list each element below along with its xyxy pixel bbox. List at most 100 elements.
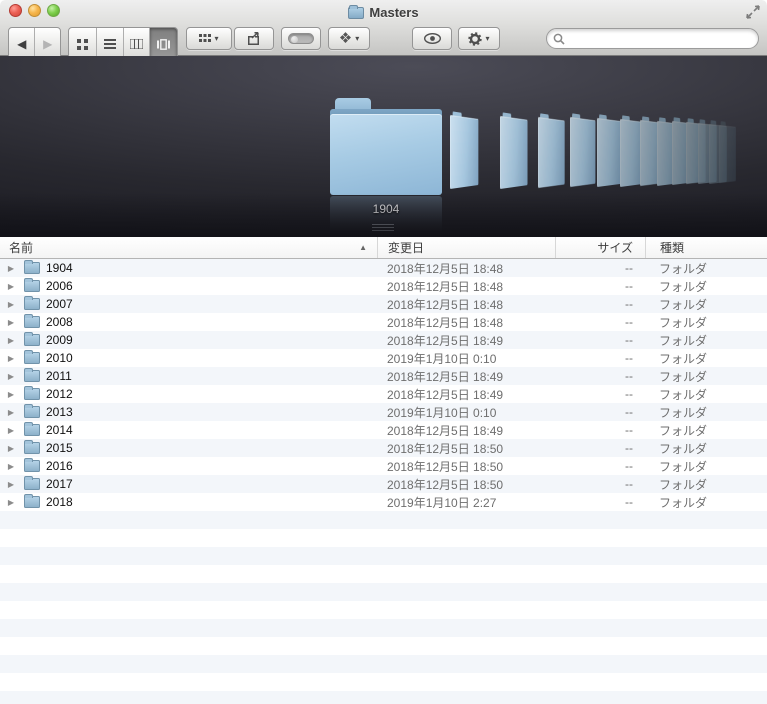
disclosure-triangle-icon[interactable]: ▶ bbox=[4, 354, 18, 363]
file-name: 2013 bbox=[46, 405, 73, 419]
icon-view-icon bbox=[76, 38, 88, 50]
dropbox-icon: ❖ bbox=[338, 30, 353, 47]
file-name: 2011 bbox=[46, 369, 72, 383]
folder-icon bbox=[24, 296, 40, 310]
file-kind: フォルダ bbox=[659, 351, 708, 366]
column-label: サイズ bbox=[597, 241, 633, 255]
table-row[interactable]: ▶ 2006 2018年12月5日 18:48 -- フォルダ bbox=[0, 277, 767, 295]
folder-icon bbox=[24, 440, 40, 454]
date-modified: 2018年12月5日 18:50 bbox=[387, 477, 504, 492]
column-view-icon bbox=[129, 39, 143, 49]
table-row[interactable]: ▶ 2013 2019年1月10日 0:10 -- フォルダ bbox=[0, 403, 767, 421]
arrange-button[interactable]: ▾ bbox=[186, 27, 232, 50]
table-row[interactable]: ▶ 2008 2018年12月5日 18:48 -- フォルダ bbox=[0, 313, 767, 331]
coverflow-view[interactable]: 1904 bbox=[0, 56, 767, 237]
file-kind: フォルダ bbox=[659, 369, 708, 384]
search-field[interactable] bbox=[546, 28, 759, 49]
file-name: 2016 bbox=[46, 459, 73, 473]
table-row[interactable]: ▶ 2012 2018年12月5日 18:49 -- フォルダ bbox=[0, 385, 767, 403]
list-view-icon bbox=[103, 39, 116, 49]
disclosure-triangle-icon[interactable]: ▶ bbox=[4, 372, 18, 381]
folder-icon bbox=[24, 386, 40, 400]
coverflow-folder[interactable] bbox=[570, 117, 596, 188]
coverflow-view-icon bbox=[157, 38, 171, 50]
file-name: 2014 bbox=[46, 423, 73, 437]
folder-icon bbox=[24, 260, 40, 274]
dropbox-button[interactable]: ❖ ▾ bbox=[328, 27, 370, 50]
empty-row bbox=[0, 583, 767, 601]
table-row[interactable]: ▶ 2011 2018年12月5日 18:49 -- フォルダ bbox=[0, 367, 767, 385]
disclosure-triangle-icon[interactable]: ▶ bbox=[4, 444, 18, 453]
coverflow-folder[interactable] bbox=[538, 116, 565, 188]
file-kind: フォルダ bbox=[659, 441, 708, 456]
disclosure-triangle-icon[interactable]: ▶ bbox=[4, 480, 18, 489]
table-row[interactable]: ▶ 2016 2018年12月5日 18:50 -- フォルダ bbox=[0, 457, 767, 475]
chevron-down-icon: ▾ bbox=[355, 34, 360, 43]
column-header-size[interactable]: サイズ bbox=[555, 237, 645, 258]
disclosure-triangle-icon[interactable]: ▶ bbox=[4, 318, 18, 327]
column-header-date[interactable]: 変更日 bbox=[377, 237, 555, 258]
folder-icon bbox=[24, 494, 40, 508]
date-modified: 2018年12月5日 18:49 bbox=[387, 369, 504, 384]
disclosure-triangle-icon[interactable]: ▶ bbox=[4, 390, 18, 399]
action-button[interactable]: ▾ bbox=[458, 27, 500, 50]
date-modified: 2018年12月5日 18:49 bbox=[387, 333, 504, 348]
date-modified: 2018年12月5日 18:49 bbox=[387, 423, 504, 438]
fullscreen-icon[interactable] bbox=[745, 4, 761, 20]
table-row[interactable]: ▶ 2009 2018年12月5日 18:49 -- フォルダ bbox=[0, 331, 767, 349]
file-name: 2007 bbox=[46, 297, 73, 311]
disclosure-triangle-icon[interactable]: ▶ bbox=[4, 264, 18, 273]
file-name: 2006 bbox=[46, 279, 73, 293]
file-list: ▶ 1904 2018年12月5日 18:48 -- フォルダ ▶ 2006 2018年12月… bbox=[0, 259, 767, 704]
toggle-button[interactable] bbox=[281, 27, 321, 50]
table-row[interactable]: ▶ 2018 2019年1月10日 2:27 -- フォルダ bbox=[0, 493, 767, 511]
file-size: -- bbox=[625, 477, 633, 491]
file-kind: フォルダ bbox=[659, 423, 708, 438]
toolbar: ◀ ▶ ▾ ❖ ▾ ▾ bbox=[0, 22, 767, 61]
empty-row bbox=[0, 691, 767, 704]
share-button[interactable] bbox=[234, 27, 274, 50]
folder-icon bbox=[24, 422, 40, 436]
disclosure-triangle-icon[interactable]: ▶ bbox=[4, 408, 18, 417]
table-row[interactable]: ▶ 2010 2019年1月10日 0:10 -- フォルダ bbox=[0, 349, 767, 367]
chevron-down-icon: ▾ bbox=[485, 34, 490, 43]
file-kind: フォルダ bbox=[659, 279, 708, 294]
coverflow-selected-folder[interactable] bbox=[330, 98, 442, 195]
disclosure-triangle-icon[interactable]: ▶ bbox=[4, 498, 18, 507]
file-kind: フォルダ bbox=[659, 459, 708, 474]
coverflow-resize-handle[interactable] bbox=[372, 224, 394, 231]
table-row[interactable]: ▶ 1904 2018年12月5日 18:48 -- フォルダ bbox=[0, 259, 767, 277]
file-size: -- bbox=[625, 279, 633, 293]
coverflow-folder[interactable] bbox=[597, 118, 622, 187]
empty-row bbox=[0, 529, 767, 547]
search-icon bbox=[553, 33, 565, 45]
title-bar[interactable]: Masters bbox=[0, 0, 767, 22]
column-label: 変更日 bbox=[388, 241, 425, 255]
table-row[interactable]: ▶ 2015 2018年12月5日 18:50 -- フォルダ bbox=[0, 439, 767, 457]
coverflow-folder[interactable] bbox=[500, 115, 528, 189]
disclosure-triangle-icon[interactable]: ▶ bbox=[4, 462, 18, 471]
disclosure-triangle-icon[interactable]: ▶ bbox=[4, 282, 18, 291]
empty-row bbox=[0, 565, 767, 583]
share-icon bbox=[248, 32, 259, 45]
table-row[interactable]: ▶ 2007 2018年12月5日 18:48 -- フォルダ bbox=[0, 295, 767, 313]
file-size: -- bbox=[625, 261, 633, 275]
file-kind: フォルダ bbox=[659, 261, 708, 276]
disclosure-triangle-icon[interactable]: ▶ bbox=[4, 336, 18, 345]
search-input[interactable] bbox=[569, 30, 758, 47]
quicklook-button[interactable] bbox=[412, 27, 452, 50]
folder-icon bbox=[330, 114, 442, 195]
folder-icon bbox=[24, 314, 40, 328]
coverflow-folder[interactable] bbox=[719, 124, 736, 183]
file-name: 2008 bbox=[46, 315, 73, 329]
disclosure-triangle-icon[interactable]: ▶ bbox=[4, 300, 18, 309]
window-title: Masters bbox=[369, 4, 419, 20]
column-header-kind[interactable]: 種類 bbox=[645, 237, 767, 258]
disclosure-triangle-icon[interactable]: ▶ bbox=[4, 426, 18, 435]
date-modified: 2019年1月10日 0:10 bbox=[387, 405, 497, 420]
date-modified: 2018年12月5日 18:49 bbox=[387, 387, 504, 402]
coverflow-folder[interactable] bbox=[450, 115, 479, 189]
table-row[interactable]: ▶ 2014 2018年12月5日 18:49 -- フォルダ bbox=[0, 421, 767, 439]
column-header-name[interactable]: 名前 ▲ bbox=[0, 237, 377, 258]
table-row[interactable]: ▶ 2017 2018年12月5日 18:50 -- フォルダ bbox=[0, 475, 767, 493]
